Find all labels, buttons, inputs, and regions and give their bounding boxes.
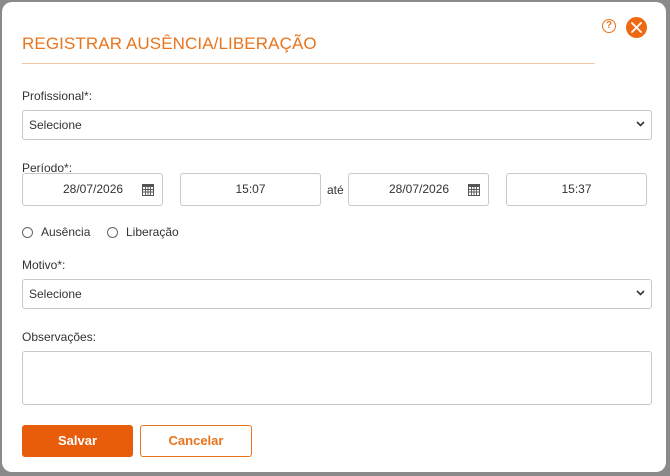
dialog: REGISTRAR AUSÊNCIA/LIBERAÇÃO ? Profissio… xyxy=(2,2,666,472)
start-date-value: 28/07/2026 xyxy=(63,182,124,196)
end-date-field[interactable]: 28/07/2026 xyxy=(348,173,489,206)
end-time-field[interactable]: 15:37 xyxy=(506,173,647,206)
start-time-field[interactable]: 15:07 xyxy=(180,173,321,206)
chevron-down-icon xyxy=(636,121,645,127)
motivo-select-value: Selecione xyxy=(29,287,82,301)
observacoes-label: Observações: xyxy=(22,330,97,344)
radio-ausencia-label: Ausência xyxy=(41,225,91,239)
profissional-select-value: Selecione xyxy=(29,118,82,132)
radio-circle[interactable] xyxy=(22,226,33,238)
dialog-title: REGISTRAR AUSÊNCIA/LIBERAÇÃO xyxy=(22,34,317,53)
period-separator: até xyxy=(327,183,344,197)
calendar-icon[interactable] xyxy=(468,184,480,196)
start-date-field[interactable]: 28/07/2026 xyxy=(22,173,163,206)
observacoes-textarea[interactable] xyxy=(22,351,652,405)
cancel-button[interactable]: Cancelar xyxy=(140,425,252,457)
radio-circle[interactable] xyxy=(107,226,118,238)
motivo-label: Motivo*: xyxy=(22,258,66,272)
profissional-label: Profissional*: xyxy=(22,89,93,103)
profissional-select[interactable]: Selecione xyxy=(22,110,652,140)
save-button[interactable]: Salvar xyxy=(22,425,133,457)
chevron-down-icon xyxy=(636,290,645,296)
help-icon[interactable]: ? xyxy=(602,19,616,33)
motivo-select[interactable]: Selecione xyxy=(22,279,652,309)
close-icon[interactable] xyxy=(626,17,647,38)
calendar-icon[interactable] xyxy=(142,184,154,196)
title-divider xyxy=(22,63,595,64)
radio-ausencia[interactable]: Ausência xyxy=(22,225,90,239)
radio-liberacao[interactable]: Liberação xyxy=(107,225,179,239)
end-date-value: 28/07/2026 xyxy=(389,182,450,196)
radio-liberacao-label: Liberação xyxy=(126,225,179,239)
